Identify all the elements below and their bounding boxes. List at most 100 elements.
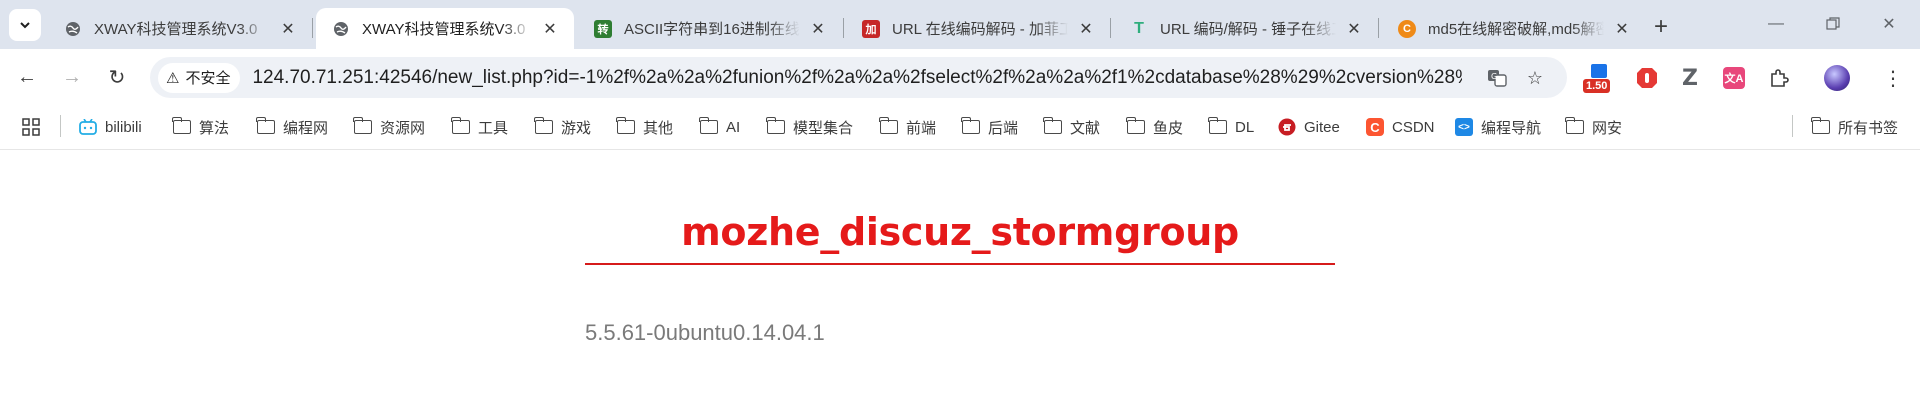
close-icon[interactable]: ✕ (278, 19, 298, 39)
tab-md5-decrypt[interactable]: C md5在线解密破解,md5解密加密 ✕ (1382, 8, 1646, 49)
bookmark-folder-security[interactable]: 网安 (1565, 116, 1623, 138)
folder-icon (1126, 117, 1145, 135)
bookmark-label: 资源网 (380, 119, 426, 137)
bookmark-label: bilibili (105, 118, 142, 136)
folder-icon (1565, 117, 1584, 135)
tab-title: URL 编码/解码 - 锤子在线工具 (1160, 21, 1336, 38)
bookmark-separator (1792, 115, 1793, 137)
page-content: mozhe_discuz_stormgroup 5.5.61-0ubuntu0.… (0, 150, 1920, 413)
all-bookmarks-button[interactable]: 所有书签 (1811, 116, 1899, 138)
minimize-button[interactable]: — (1753, 9, 1799, 39)
csdn-icon: C (1366, 118, 1384, 136)
bookmark-label: DL (1235, 118, 1255, 136)
close-icon[interactable]: ✕ (808, 19, 828, 39)
extension-badge: 1.50 (1583, 79, 1611, 93)
folder-icon (616, 117, 635, 135)
database-version-text: 5.5.61-0ubuntu0.14.04.1 (585, 320, 825, 345)
minimize-icon: — (1768, 15, 1784, 32)
restore-button[interactable] (1810, 9, 1856, 39)
close-icon[interactable]: ✕ (540, 19, 560, 39)
menu-button[interactable]: ⋮ (1876, 61, 1910, 95)
bookmark-csdn[interactable]: C CSDN (1366, 116, 1435, 138)
bookmark-folder-dl[interactable]: DL (1208, 116, 1255, 138)
folder-icon (353, 117, 372, 135)
heading-underline (585, 263, 1335, 265)
tab-search-button[interactable] (9, 9, 41, 41)
adblock-extension-icon[interactable] (1630, 61, 1664, 95)
close-window-button[interactable]: ✕ (1866, 9, 1912, 39)
database-name-heading: mozhe_discuz_stormgroup (681, 210, 1239, 254)
bookmark-separator (60, 115, 61, 137)
close-icon: ✕ (1882, 16, 1896, 33)
bookmark-folder-literature[interactable]: 文献 (1043, 116, 1100, 138)
tab-xway-2-active[interactable]: XWAY科技管理系统V3.0 ✕ (316, 8, 574, 49)
bookmark-code-nav[interactable]: <> 编程导航 (1455, 116, 1541, 138)
folder-icon (961, 117, 980, 135)
all-bookmarks-label: 所有书签 (1838, 119, 1899, 137)
translate-icon[interactable]: G (1482, 63, 1512, 93)
star-icon[interactable]: ☆ (1520, 63, 1550, 93)
bookmark-folder-other[interactable]: 其他 (616, 116, 673, 138)
arrow-right-icon: → (62, 65, 82, 88)
red-tool-icon: 加 (862, 19, 880, 38)
security-label: 不安全 (185, 70, 231, 87)
folder-icon (699, 117, 718, 135)
forward-button[interactable]: → (56, 61, 88, 93)
puzzle-extensions-icon[interactable] (1762, 61, 1796, 95)
bookmark-label: Gitee (1304, 118, 1340, 136)
folder-icon (172, 117, 191, 135)
bookmark-folder-backend[interactable]: 后端 (961, 116, 1018, 138)
address-bar[interactable]: ⚠ 不安全 124.70.71.251:42546/new_list.php?i… (150, 57, 1567, 98)
extension-flag-icon (1591, 64, 1607, 78)
extension-badge-button[interactable]: 1.50 (1582, 61, 1616, 95)
bookmark-label: AI (726, 118, 741, 136)
reload-icon: ↻ (108, 66, 126, 89)
tab-url-encode-chuizi[interactable]: T URL 编码/解码 - 锤子在线工具 ✕ (1114, 8, 1378, 49)
new-tab-button[interactable]: + (1648, 13, 1674, 40)
bookmark-folder-algorithm[interactable]: 算法 (172, 116, 229, 138)
bookmark-folder-yupi[interactable]: 鱼皮 (1126, 116, 1184, 138)
bookmark-folder-resources[interactable]: 资源网 (353, 116, 426, 138)
globe-icon (332, 20, 350, 38)
warning-icon: ⚠ (166, 69, 180, 87)
bookmark-folder-games[interactable]: 游戏 (534, 116, 591, 138)
bookmark-bilibili[interactable]: bilibili (79, 116, 142, 138)
close-icon[interactable]: ✕ (1076, 19, 1096, 39)
bookmark-folder-frontend[interactable]: 前端 (879, 116, 936, 138)
browser-toolbar: ← → ↻ ⚠ 不安全 124.70.71.251:42546/new_list… (0, 49, 1920, 106)
site-security-chip[interactable]: ⚠ 不安全 (158, 62, 241, 93)
translate-extension-icon[interactable]: 文A (1717, 61, 1751, 95)
back-button[interactable]: ← (11, 61, 43, 93)
bookmark-folder-ai[interactable]: AI (699, 116, 741, 138)
close-icon[interactable]: ✕ (1612, 19, 1632, 39)
url-text[interactable]: 124.70.71.251:42546/new_list.php?id=-1%2… (252, 67, 1462, 89)
bookmark-label: 工具 (478, 119, 509, 137)
bookmark-folder-programming[interactable]: 编程网 (256, 116, 328, 138)
folder-icon (1208, 117, 1227, 135)
tab-ascii-hex[interactable]: 转 ASCII字符串到16进制在线转换 ✕ (578, 8, 842, 49)
globe-icon (64, 20, 82, 38)
z-extension-icon[interactable]: Z (1673, 61, 1707, 95)
bookmarks-bar: bilibili 算法 编程网 资源网 工具 游戏 其他 AI 模型集合 前端 … (0, 106, 1920, 150)
bookmark-gitee[interactable]: Gitee (1278, 116, 1340, 138)
bookmark-label: 鱼皮 (1153, 119, 1184, 137)
tab-title: XWAY科技管理系统V3.0 (362, 21, 526, 38)
apps-button[interactable] (22, 116, 40, 138)
tab-separator (1378, 18, 1379, 38)
gitee-icon (1278, 118, 1296, 136)
folder-icon (1811, 117, 1830, 135)
profile-avatar[interactable] (1820, 61, 1854, 95)
kebab-menu-icon: ⋮ (1883, 67, 1903, 90)
folder-icon (534, 117, 553, 135)
tab-xway-1[interactable]: XWAY科技管理系统V3.0 ✕ (48, 8, 312, 49)
bookmark-folder-tools[interactable]: 工具 (451, 116, 509, 138)
code-nav-icon: <> (1455, 118, 1473, 136)
reload-button[interactable]: ↻ (101, 61, 133, 93)
close-icon[interactable]: ✕ (1344, 19, 1364, 39)
bookmark-label: 网安 (1592, 119, 1623, 137)
bookmark-label: CSDN (1392, 118, 1435, 136)
tab-separator (1110, 18, 1111, 38)
bookmark-folder-models[interactable]: 模型集合 (766, 116, 853, 138)
tab-url-encode-jiafei[interactable]: 加 URL 在线编码解码 - 加菲工具 ✕ (846, 8, 1110, 49)
folder-icon (1043, 117, 1062, 135)
